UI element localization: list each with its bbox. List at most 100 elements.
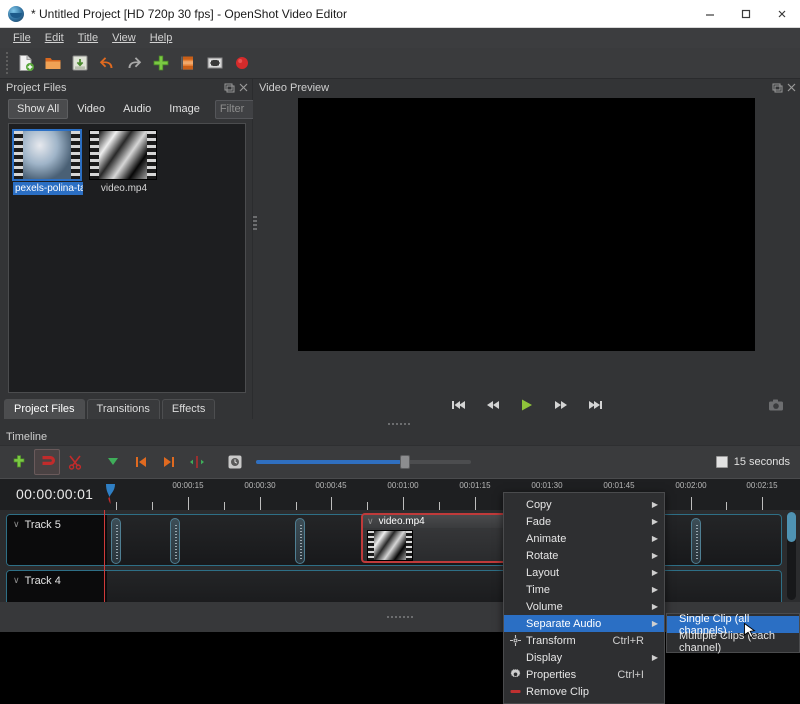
menu-file[interactable]: File — [6, 30, 38, 46]
horizontal-splitter[interactable] — [0, 419, 800, 429]
video-preview-header: Video Preview — [253, 79, 800, 96]
fast-forward-button[interactable] — [552, 397, 570, 413]
float-panel-icon[interactable] — [224, 82, 235, 93]
film-sprocket-left-icon — [14, 131, 23, 179]
context-menu-item-rotate[interactable]: Rotate ▶ — [504, 547, 664, 564]
fullscreen-button[interactable] — [202, 50, 228, 76]
context-menu-label: Fade — [526, 516, 644, 528]
clip-boundary-handle[interactable] — [295, 518, 305, 564]
tab-transitions[interactable]: Transitions — [87, 399, 160, 419]
chevron-down-icon[interactable]: ∨ — [367, 516, 374, 527]
context-menu-item-separate-audio[interactable]: Separate Audio ▶ — [504, 615, 664, 632]
thumbnail-image — [99, 131, 147, 179]
timeline-vertical-scrollbar[interactable] — [787, 512, 796, 600]
zoom-slider[interactable] — [256, 454, 471, 470]
separate-audio-submenu: Single Clip (all channels) Multiple Clip… — [666, 613, 800, 653]
razor-tool-button[interactable] — [62, 449, 88, 475]
jump-to-start-button[interactable] — [450, 397, 468, 413]
file-thumbnail[interactable] — [13, 130, 81, 180]
context-menu-item-remove-clip[interactable]: Remove Clip — [504, 683, 664, 700]
window-title: * Untitled Project [HD 720p 30 fps] - Op… — [31, 7, 347, 21]
context-menu-item-display[interactable]: Display ▶ — [504, 649, 664, 666]
float-panel-icon[interactable] — [772, 82, 783, 93]
next-marker-button[interactable] — [156, 449, 182, 475]
film-sprocket-right-icon — [406, 531, 412, 560]
maximize-button[interactable] — [728, 0, 764, 28]
zoom-slider-knob[interactable] — [400, 455, 410, 469]
video-preview-panel: Video Preview — [253, 79, 800, 419]
context-menu-item-fade[interactable]: Fade ▶ — [504, 513, 664, 530]
add-marker-button[interactable] — [100, 449, 126, 475]
transform-icon — [504, 634, 526, 647]
clip-boundary-handle[interactable] — [170, 518, 180, 564]
add-track-button[interactable] — [6, 449, 32, 475]
timeline-ruler[interactable]: 00:00:00:01 00:00:15 00:00:30 00:00:45 0… — [0, 478, 800, 510]
close-button[interactable] — [764, 0, 800, 28]
track-4-header[interactable]: ∨ Track 4 — [7, 571, 107, 602]
filter-show-all-button[interactable]: Show All — [8, 99, 68, 119]
menu-bar: File Edit Title View Help — [0, 28, 800, 48]
undo-button[interactable] — [94, 50, 120, 76]
playhead-handle[interactable] — [104, 483, 117, 505]
choose-profile-button[interactable] — [175, 50, 201, 76]
track-5-header[interactable]: ∨ Track 5 — [7, 515, 107, 565]
import-files-button[interactable] — [148, 50, 174, 76]
menu-help[interactable]: Help — [143, 30, 180, 46]
clip-boundary-handle[interactable] — [111, 518, 121, 564]
camera-icon[interactable] — [768, 399, 784, 412]
filter-audio-button[interactable]: Audio — [114, 99, 160, 119]
context-menu-item-transform[interactable]: Transform Ctrl+R — [504, 632, 664, 649]
chevron-down-icon[interactable]: ∨ — [13, 575, 20, 586]
context-menu-item-volume[interactable]: Volume ▶ — [504, 598, 664, 615]
redo-button[interactable] — [121, 50, 147, 76]
jump-to-end-button[interactable] — [586, 397, 604, 413]
open-project-button[interactable] — [40, 50, 66, 76]
list-item[interactable]: video.mp4 — [89, 130, 159, 195]
context-menu-label: Time — [526, 584, 644, 596]
play-button[interactable] — [518, 397, 536, 413]
file-thumbnail[interactable] — [89, 130, 157, 180]
submenu-item-multiple-clips[interactable]: Multiple Clips (each channel) — [667, 633, 799, 650]
rewind-button[interactable] — [484, 397, 502, 413]
previous-marker-button[interactable] — [128, 449, 154, 475]
close-panel-icon[interactable] — [238, 82, 249, 93]
filter-video-button[interactable]: Video — [68, 99, 114, 119]
context-menu-item-animate[interactable]: Animate ▶ — [504, 530, 664, 547]
menu-file-label: File — [13, 32, 31, 44]
context-menu-item-properties[interactable]: Properties Ctrl+I — [504, 666, 664, 683]
thumbnail-image — [23, 131, 71, 179]
context-menu-label: Properties — [526, 669, 617, 681]
project-files-list[interactable]: pexels-polina-ta... video.mp4 — [8, 123, 246, 393]
menu-view[interactable]: View — [105, 30, 143, 46]
minimize-button[interactable] — [692, 0, 728, 28]
zoom-checkbox[interactable] — [716, 456, 728, 468]
vertical-splitter[interactable] — [253, 216, 257, 230]
chevron-down-icon[interactable]: ∨ — [13, 519, 20, 530]
track-4[interactable]: ∨ Track 4 — [6, 570, 782, 602]
video-preview-screen[interactable] — [298, 98, 755, 351]
filter-image-button[interactable]: Image — [160, 99, 209, 119]
menu-edit[interactable]: Edit — [38, 30, 71, 46]
ruler-tick — [762, 497, 763, 510]
tab-project-files[interactable]: Project Files — [4, 399, 85, 419]
ruler-label: 00:02:15 — [746, 481, 777, 490]
menu-title[interactable]: Title — [71, 30, 105, 46]
save-project-button[interactable] — [67, 50, 93, 76]
clip-boundary-handle[interactable] — [691, 518, 701, 564]
context-menu-item-layout[interactable]: Layout ▶ — [504, 564, 664, 581]
new-project-button[interactable] — [13, 50, 39, 76]
close-panel-icon[interactable] — [786, 82, 797, 93]
context-menu-item-time[interactable]: Time ▶ — [504, 581, 664, 598]
list-item[interactable]: pexels-polina-ta... — [13, 130, 83, 195]
toolbar-drag-handle[interactable] — [3, 52, 10, 74]
center-playhead-button[interactable] — [184, 449, 210, 475]
submenu-arrow-icon: ▶ — [650, 568, 660, 577]
export-video-button[interactable] — [229, 50, 255, 76]
zoom-clock-icon[interactable] — [222, 449, 248, 475]
context-menu-item-copy[interactable]: Copy ▶ — [504, 496, 664, 513]
tab-effects[interactable]: Effects — [162, 399, 215, 419]
submenu-arrow-icon: ▶ — [650, 534, 660, 543]
snapping-button[interactable] — [34, 449, 60, 475]
timeline-vertical-scrollbar-thumb[interactable] — [787, 512, 796, 542]
project-files-panel: Project Files Show All Video Audio Image — [0, 79, 253, 419]
